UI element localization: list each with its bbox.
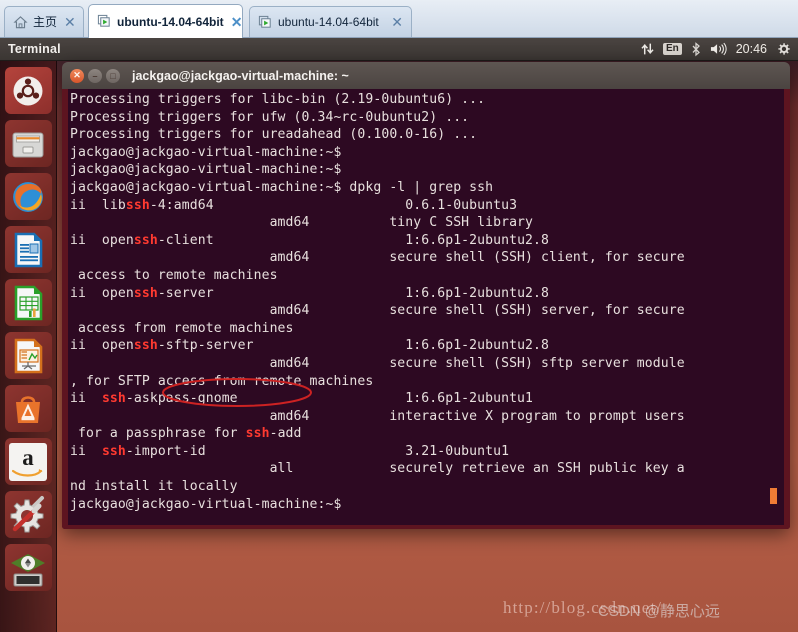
launcher-item-dash-home[interactable] (4, 67, 52, 114)
tab-close-icon[interactable]: ✕ (229, 15, 245, 29)
launcher-item-firefox[interactable] (4, 173, 52, 220)
close-icon[interactable]: ✕ (70, 68, 84, 83)
launcher-item-ubuntu-software-center[interactable] (4, 385, 52, 432)
terminal-title-bar[interactable]: ✕ – □ jackgao@jackgao-virtual-machine: ~ (62, 62, 790, 89)
minimize-icon[interactable]: – (88, 68, 102, 83)
keyboard-layout-indicator[interactable]: En (662, 43, 682, 55)
tab-home[interactable]: 主页 ✕ (4, 6, 84, 37)
terminal-window[interactable]: ✕ – □ jackgao@jackgao-virtual-machine: ~… (62, 62, 790, 529)
system-tray: En 20:46 (641, 41, 798, 57)
screen: 主页 ✕ ubuntu-14.04-64bit ✕ ubuntu-14.04-6… (0, 0, 798, 632)
tab-close-icon[interactable]: ✕ (389, 15, 405, 29)
panel-app-title[interactable]: Terminal (8, 42, 61, 56)
tab-close-icon[interactable]: ✕ (62, 15, 78, 29)
launcher-item-amazon[interactable]: a (4, 438, 52, 485)
terminal-cursor (770, 488, 777, 504)
maximize-icon[interactable]: □ (106, 68, 120, 83)
vmware-tab-bar: 主页 ✕ ubuntu-14.04-64bit ✕ ubuntu-14.04-6… (0, 0, 798, 38)
tab-label: ubuntu-14.04-64bit (278, 15, 379, 29)
unity-top-panel: Terminal En 20:46 (0, 38, 798, 61)
home-icon (13, 15, 28, 30)
launcher-item-libreoffice-writer[interactable] (4, 226, 52, 273)
unity-launcher: a (0, 61, 57, 632)
launcher-item-libreoffice-impress[interactable] (4, 332, 52, 379)
terminal-title: jackgao@jackgao-virtual-machine: ~ (132, 68, 349, 83)
tab-label: ubuntu-14.04-64bit (117, 14, 224, 29)
volume-icon[interactable] (710, 42, 727, 56)
launcher-item-files[interactable] (4, 120, 52, 167)
bluetooth-icon[interactable] (691, 41, 701, 57)
virtual-machine-icon (258, 15, 273, 30)
gear-icon[interactable] (776, 42, 791, 57)
virtual-machine-icon (97, 14, 112, 29)
launcher-item-workspace-switcher[interactable] (4, 544, 52, 591)
clock[interactable]: 20:46 (736, 43, 767, 56)
tab-label: 主页 (33, 15, 58, 29)
network-up-down-icon[interactable] (641, 42, 654, 56)
tab-ubuntu-vm-1[interactable]: ubuntu-14.04-64bit ✕ (88, 4, 243, 38)
terminal-body[interactable]: Processing triggers for libc-bin (2.19-0… (62, 89, 790, 529)
launcher-item-system-settings[interactable] (4, 491, 52, 538)
tab-ubuntu-vm-2[interactable]: ubuntu-14.04-64bit ✕ (249, 6, 412, 37)
terminal-output: Processing triggers for libc-bin (2.19-0… (70, 92, 685, 512)
launcher-item-libreoffice-calc[interactable] (4, 279, 52, 326)
